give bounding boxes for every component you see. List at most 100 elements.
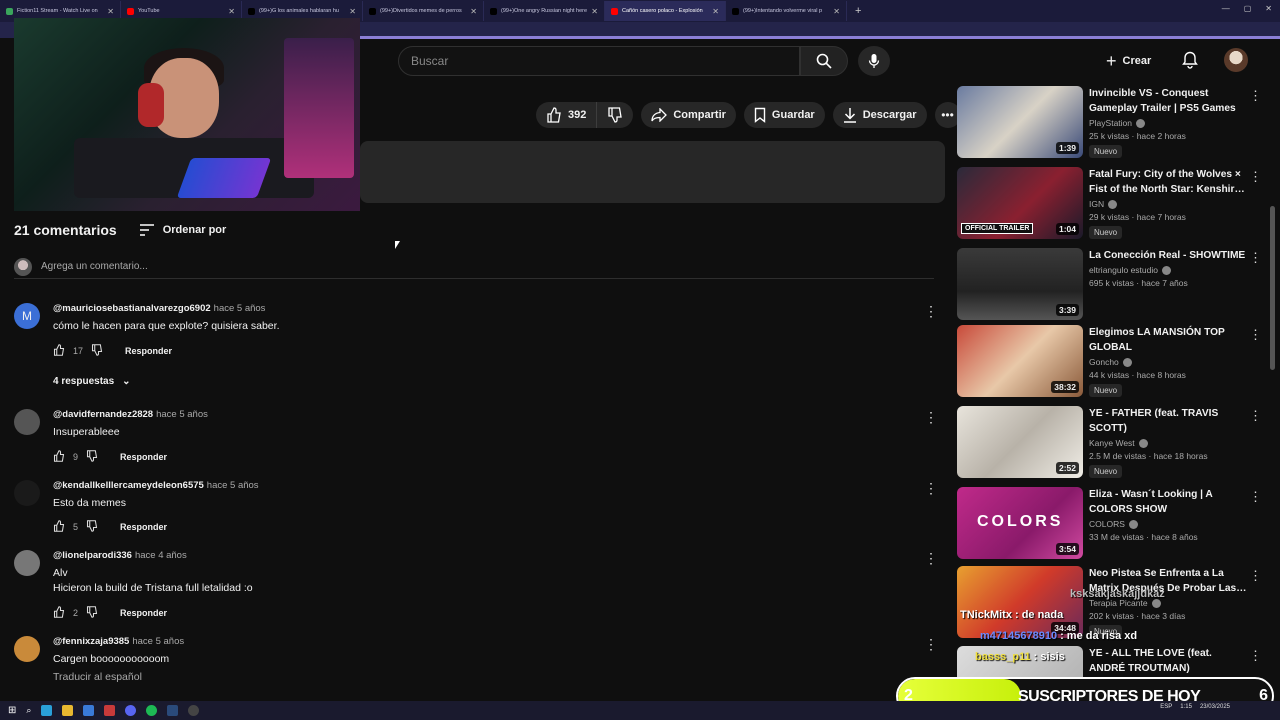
new-tab-button[interactable]: + — [855, 5, 861, 17]
comment-like-button[interactable] — [53, 344, 65, 358]
reply-button[interactable]: Responder — [125, 346, 172, 356]
channel-name[interactable]: Kanye West — [1089, 438, 1135, 448]
author-handle[interactable]: @mauriciosebastianalvarezgo6902 — [53, 303, 211, 314]
comment-author[interactable]: @kendallkelllercameydeleon6575 hace 5 año… — [53, 480, 259, 491]
channel-name[interactable]: Goncho — [1089, 357, 1119, 367]
browser-tab[interactable]: (99+)Divertidos memes de perros ✕ — [363, 1, 484, 21]
account-avatar[interactable] — [1224, 48, 1248, 72]
download-button[interactable]: Descargar — [832, 102, 927, 128]
video-thumbnail[interactable]: OFFICIAL TRAILER 1:04 — [957, 167, 1083, 239]
comment-time[interactable]: hace 5 años — [156, 409, 208, 420]
comment-author[interactable]: @davidfernandez2828 hace 5 años — [53, 409, 208, 420]
comment-menu-icon[interactable]: ⋮ — [924, 480, 938, 497]
video-thumbnail[interactable]: COLORS 3:54 — [957, 487, 1083, 559]
video-title[interactable]: YE - ALL THE LOVE (feat. ANDRÉ TROUTMAN) — [1089, 646, 1249, 676]
comment-author[interactable]: @fennixzaja9385 hace 5 años — [53, 636, 184, 647]
comment-dislike-button[interactable] — [86, 520, 98, 534]
translate-link[interactable]: Traducir al español — [53, 670, 142, 685]
video-menu-icon[interactable]: ⋮ — [1249, 568, 1262, 584]
video-title[interactable]: Invincible VS - Conquest Gameplay Traile… — [1089, 86, 1249, 116]
comment-menu-icon[interactable]: ⋮ — [924, 550, 938, 567]
browser-tab[interactable]: Cañón casero polaco - Explosión ✕ — [605, 1, 726, 21]
related-video[interactable]: COLORS 3:54 Eliza - Wasn´t Looking | A COL… — [957, 487, 1267, 559]
comment-dislike-button[interactable] — [86, 450, 98, 464]
steam-icon[interactable] — [167, 705, 179, 716]
commenter-avatar[interactable] — [14, 480, 40, 506]
close-tab-icon[interactable]: ✕ — [107, 7, 114, 16]
voice-search-button[interactable] — [858, 46, 890, 76]
view-replies-button[interactable]: 4 respuestas ⌄ — [53, 376, 131, 387]
close-tab-icon[interactable]: ✕ — [833, 7, 840, 16]
close-tab-icon[interactable]: ✕ — [712, 7, 719, 16]
reply-button[interactable]: Responder — [120, 522, 167, 532]
channel-name[interactable]: PlayStation — [1089, 118, 1132, 128]
app-icon[interactable] — [104, 705, 116, 716]
comment-dislike-button[interactable] — [91, 344, 103, 358]
reply-button[interactable]: Responder — [120, 608, 167, 618]
author-handle[interactable]: @kendallkelllercameydeleon6575 — [53, 480, 204, 491]
minimize-icon[interactable]: — — [1222, 4, 1230, 13]
reply-button[interactable]: Responder — [120, 452, 167, 462]
comment-author[interactable]: @lionelparodi336 hace 4 años — [53, 550, 187, 561]
video-thumbnail[interactable]: 38:32 — [957, 325, 1083, 397]
browser-tab[interactable]: (99+)One angry Russian night here ✕ — [484, 1, 605, 21]
clock-time[interactable]: 1:15 — [1180, 704, 1192, 710]
commenter-avatar[interactable] — [14, 636, 40, 662]
comment-time[interactable]: hace 5 años — [214, 303, 266, 314]
channel-name[interactable]: IGN — [1089, 199, 1104, 209]
video-title[interactable]: Elegimos LA MANSIÓN TOP GLOBAL — [1089, 325, 1249, 355]
comment-time[interactable]: hace 4 años — [135, 550, 187, 561]
search-button[interactable] — [800, 46, 848, 76]
search-taskbar-icon[interactable]: ⌕ — [26, 705, 31, 716]
spotify-icon[interactable] — [146, 705, 158, 716]
obs-icon[interactable] — [188, 705, 200, 716]
video-title[interactable]: Fatal Fury: City of the Wolves × Fist of… — [1089, 167, 1249, 197]
related-video[interactable]: 3:39 La Conección Real - SHOWTIME eltriang… — [957, 248, 1267, 320]
video-title[interactable]: Eliza - Wasn´t Looking | A COLORS SHOW — [1089, 487, 1249, 517]
related-video[interactable]: 38:32 Elegimos LA MANSIÓN TOP GLOBAL Gonch… — [957, 325, 1267, 397]
close-tab-icon[interactable]: ✕ — [591, 7, 598, 16]
video-menu-icon[interactable]: ⋮ — [1249, 169, 1262, 185]
comment-like-button[interactable] — [53, 520, 65, 534]
like-button[interactable]: 392 — [536, 102, 598, 128]
video-title[interactable]: La Conección Real - SHOWTIME — [1089, 248, 1249, 263]
comment-time[interactable]: hace 5 años — [207, 480, 259, 491]
comment-like-button[interactable] — [53, 606, 65, 620]
app-icon[interactable] — [83, 705, 95, 716]
maximize-icon[interactable]: ▢ — [1244, 4, 1252, 13]
comment-menu-icon[interactable]: ⋮ — [924, 303, 938, 320]
author-handle[interactable]: @lionelparodi336 — [53, 550, 132, 561]
close-window-icon[interactable]: ✕ — [1265, 4, 1272, 13]
browser-tab[interactable]: (99+)Intentando volverme viral p ✕ — [726, 1, 847, 21]
comment-time[interactable]: hace 5 años — [132, 636, 184, 647]
sort-button[interactable]: Ordenar por — [139, 224, 226, 236]
video-thumbnail[interactable]: 3:39 — [957, 248, 1083, 320]
comment-menu-icon[interactable]: ⋮ — [924, 409, 938, 426]
video-thumbnail[interactable]: 1:39 — [957, 86, 1083, 158]
description-box[interactable] — [360, 141, 945, 203]
add-comment-field[interactable]: Agrega un comentario... — [14, 257, 934, 279]
share-button[interactable]: Compartir — [641, 102, 736, 128]
commenter-avatar[interactable]: M — [14, 303, 40, 329]
commenter-avatar[interactable] — [14, 550, 40, 576]
comment-like-button[interactable] — [53, 450, 65, 464]
video-menu-icon[interactable]: ⋮ — [1249, 327, 1262, 343]
video-menu-icon[interactable]: ⋮ — [1249, 489, 1262, 505]
video-title[interactable]: YE - FATHER (feat. TRAVIS SCOTT) — [1089, 406, 1249, 436]
language-indicator[interactable]: ESP — [1160, 704, 1172, 710]
video-thumbnail[interactable]: 2:52 — [957, 406, 1083, 478]
discord-icon[interactable] — [125, 705, 137, 716]
author-handle[interactable]: @fennixzaja9385 — [53, 636, 129, 647]
video-menu-icon[interactable]: ⋮ — [1249, 250, 1262, 266]
related-video[interactable]: OFFICIAL TRAILER 1:04 Fatal Fury: City of … — [957, 167, 1267, 239]
related-video[interactable]: 2:52 YE - FATHER (feat. TRAVIS SCOTT) Kany… — [957, 406, 1267, 478]
channel-name[interactable]: eltriangulo estudio — [1089, 265, 1158, 275]
close-tab-icon[interactable]: ✕ — [228, 7, 235, 16]
video-menu-icon[interactable]: ⋮ — [1249, 408, 1262, 424]
comment-dislike-button[interactable] — [86, 606, 98, 620]
video-thumbnail[interactable]: 34:48 — [957, 566, 1083, 638]
scrollbar[interactable] — [1270, 206, 1275, 370]
video-menu-icon[interactable]: ⋮ — [1249, 88, 1262, 104]
comment-author[interactable]: @mauriciosebastianalvarezgo6902 hace 5 añ… — [53, 303, 265, 314]
close-tab-icon[interactable]: ✕ — [470, 7, 477, 16]
